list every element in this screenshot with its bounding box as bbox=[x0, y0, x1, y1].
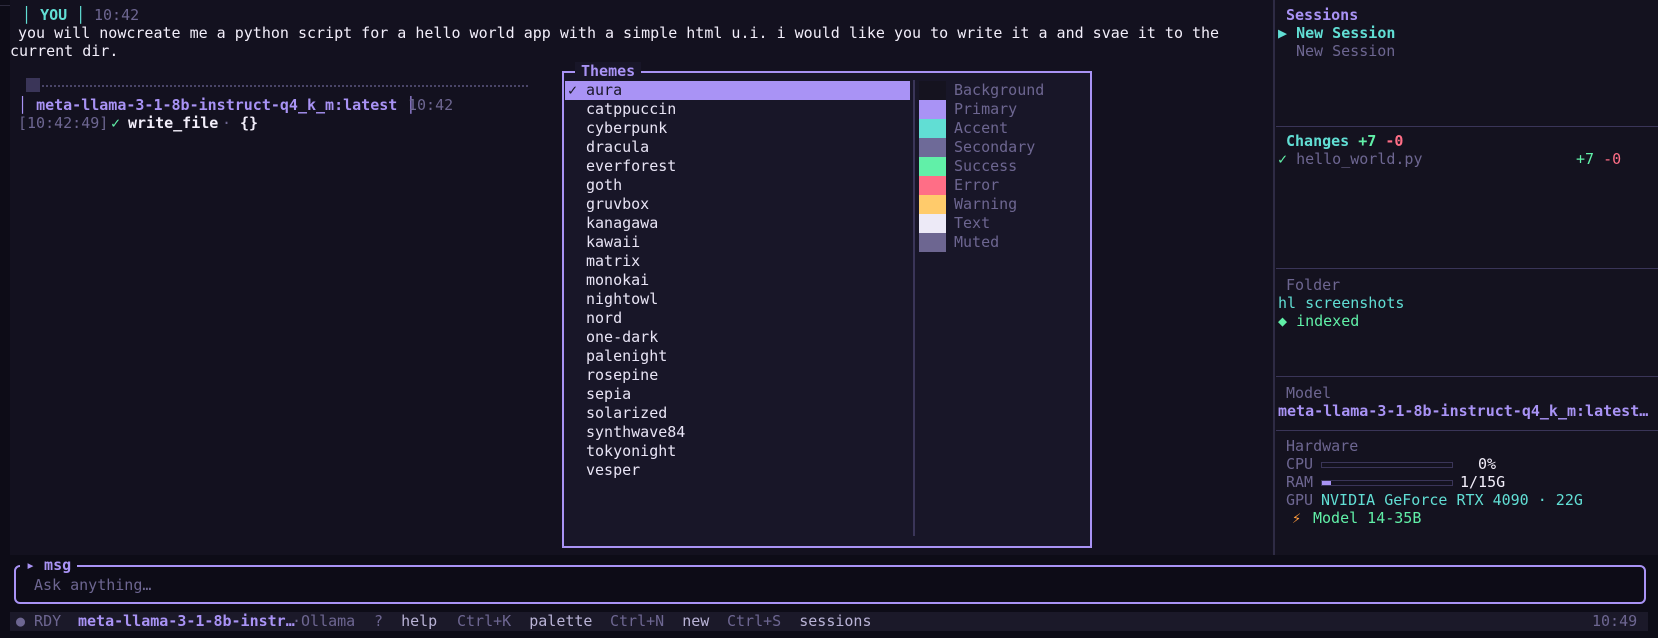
theme-item-kawaii[interactable]: kawaii bbox=[565, 233, 910, 252]
swatch-background bbox=[919, 81, 946, 100]
swatch-success bbox=[919, 157, 946, 176]
theme-item-cyberpunk[interactable]: cyberpunk bbox=[565, 119, 910, 138]
theme-item-dracula[interactable]: dracula bbox=[565, 138, 910, 157]
shortcut-palette[interactable]: Ctrl+K palette bbox=[457, 612, 592, 631]
theme-item-synthwave84[interactable]: synthwave84 bbox=[565, 423, 910, 442]
check-icon: ✓ bbox=[568, 81, 578, 99]
folder-status: ◆ indexed bbox=[1278, 312, 1360, 330]
swatch-label-warning: Warning bbox=[954, 195, 1018, 213]
status-provider: ·Ollama bbox=[292, 612, 356, 630]
assistant-message-time: 10:42 bbox=[408, 96, 454, 114]
sidebar-divider bbox=[1276, 126, 1658, 127]
swatch-label-success: Success bbox=[954, 157, 1018, 175]
message-input-label: ▸ msg bbox=[20, 556, 78, 575]
sidebar-divider bbox=[1276, 268, 1658, 269]
swatch-label-accent: Accent bbox=[954, 119, 1009, 137]
gpu-label: GPU bbox=[1286, 491, 1314, 509]
status-clock: 10:49 bbox=[1592, 612, 1638, 630]
theme-item-rosepine[interactable]: rosepine bbox=[565, 366, 910, 385]
shortcut-help[interactable]: ? help bbox=[374, 612, 437, 631]
tool-call-separator: · bbox=[222, 114, 232, 132]
message-input[interactable] bbox=[34, 576, 1034, 594]
model-name: meta-llama-3-1-8b-instruct-q4_k_m:latest… bbox=[1278, 402, 1649, 420]
folder-name: hl screenshots bbox=[1278, 294, 1405, 312]
diamond-icon: ◆ bbox=[1278, 312, 1288, 330]
user-tag: │ YOU │ bbox=[22, 6, 86, 24]
ram-meter bbox=[1321, 473, 1453, 492]
user-message-time: 10:42 bbox=[94, 6, 140, 24]
theme-item-kanagawa[interactable]: kanagawa bbox=[565, 214, 910, 233]
theme-item-palenight[interactable]: palenight bbox=[565, 347, 910, 366]
folder-heading: Folder bbox=[1286, 276, 1341, 294]
status-indicator: ● RDY bbox=[16, 612, 62, 630]
play-icon: ▶ bbox=[1278, 24, 1288, 42]
hardware-heading: Hardware bbox=[1286, 437, 1359, 455]
sidebar-divider bbox=[1276, 430, 1658, 431]
status-model[interactable]: meta-llama-3-1-8b-instr… bbox=[78, 612, 295, 631]
message-divider bbox=[42, 85, 528, 87]
theme-item-nightowl[interactable]: nightowl bbox=[565, 290, 910, 309]
theme-item-tokyonight[interactable]: tokyonight bbox=[565, 442, 910, 461]
model-fit-value: Model 14-35B bbox=[1313, 509, 1422, 527]
swatch-label-muted: Muted bbox=[954, 233, 1000, 251]
theme-item-vesper[interactable]: vesper bbox=[565, 461, 910, 480]
theme-item-gruvbox[interactable]: gruvbox bbox=[565, 195, 910, 214]
cpu-value: 0% bbox=[1478, 455, 1497, 473]
cpu-meter bbox=[1321, 455, 1453, 474]
swatch-secondary bbox=[919, 138, 946, 157]
changed-file-stats: +7 -0 bbox=[1576, 150, 1622, 168]
ram-value: 1/15G bbox=[1460, 473, 1506, 491]
swatch-error bbox=[919, 176, 946, 195]
gpu-value: NVIDIA GeForce RTX 4090 · 22G bbox=[1321, 491, 1583, 509]
changes-heading: Changes +7 -0 bbox=[1286, 132, 1404, 150]
theme-item-sepia[interactable]: sepia bbox=[565, 385, 910, 404]
session-item-active[interactable]: ▶ New Session bbox=[1278, 24, 1395, 43]
themes-modal-title: Themes bbox=[575, 62, 642, 81]
cpu-label: CPU bbox=[1286, 455, 1314, 473]
theme-item-monokai[interactable]: monokai bbox=[565, 271, 910, 290]
theme-item-everforest[interactable]: everforest bbox=[565, 157, 910, 176]
model-heading: Model bbox=[1286, 384, 1332, 402]
shortcut-sessions[interactable]: Ctrl+S sessions bbox=[727, 612, 872, 631]
themes-modal-divider bbox=[913, 80, 915, 536]
theme-item-aura[interactable]: ✓ aura bbox=[565, 81, 910, 100]
tool-call-timestamp: [10:42:49] bbox=[18, 114, 109, 132]
theme-item-solarized[interactable]: solarized bbox=[565, 404, 910, 423]
tool-call-name[interactable]: write_file bbox=[128, 114, 218, 133]
swatch-label-background: Background bbox=[954, 81, 1045, 99]
sessions-heading: Sessions bbox=[1286, 6, 1359, 24]
lightning-icon: ⚡ bbox=[1292, 509, 1302, 527]
user-message-line-1: you will nowcreate me a python script fo… bbox=[18, 24, 1220, 42]
swatch-label-text: Text bbox=[954, 214, 991, 232]
thinking-block-icon bbox=[26, 78, 40, 92]
swatch-label-error: Error bbox=[954, 176, 1000, 194]
theme-item-nord[interactable]: nord bbox=[565, 309, 910, 328]
swatch-warning bbox=[919, 195, 946, 214]
user-message-line-2: current dir. bbox=[10, 42, 119, 60]
check-icon: ✓ bbox=[1278, 150, 1288, 168]
theme-item-catppuccin[interactable]: catppuccin bbox=[565, 100, 910, 119]
sidebar-divider bbox=[1276, 376, 1658, 377]
swatch-label-primary: Primary bbox=[954, 100, 1018, 118]
swatch-accent bbox=[919, 119, 946, 138]
tool-call-args: {} bbox=[240, 114, 259, 132]
ram-label: RAM bbox=[1286, 473, 1314, 491]
swatch-text bbox=[919, 214, 946, 233]
swatch-muted bbox=[919, 233, 946, 252]
tool-call-success-icon: ✓ bbox=[111, 114, 121, 132]
session-item[interactable]: New Session bbox=[1296, 42, 1395, 61]
sidebar-border bbox=[1273, 0, 1275, 555]
swatch-primary bbox=[919, 100, 946, 119]
theme-item-one-dark[interactable]: one-dark bbox=[565, 328, 910, 347]
theme-item-matrix[interactable]: matrix bbox=[565, 252, 910, 271]
shortcut-new[interactable]: Ctrl+N new bbox=[610, 612, 709, 631]
swatch-label-secondary: Secondary bbox=[954, 138, 1036, 156]
assistant-model-tag: │ meta-llama-3-1-8b-instruct-q4_k_m:late… bbox=[18, 96, 416, 114]
theme-item-goth[interactable]: goth bbox=[565, 176, 910, 195]
